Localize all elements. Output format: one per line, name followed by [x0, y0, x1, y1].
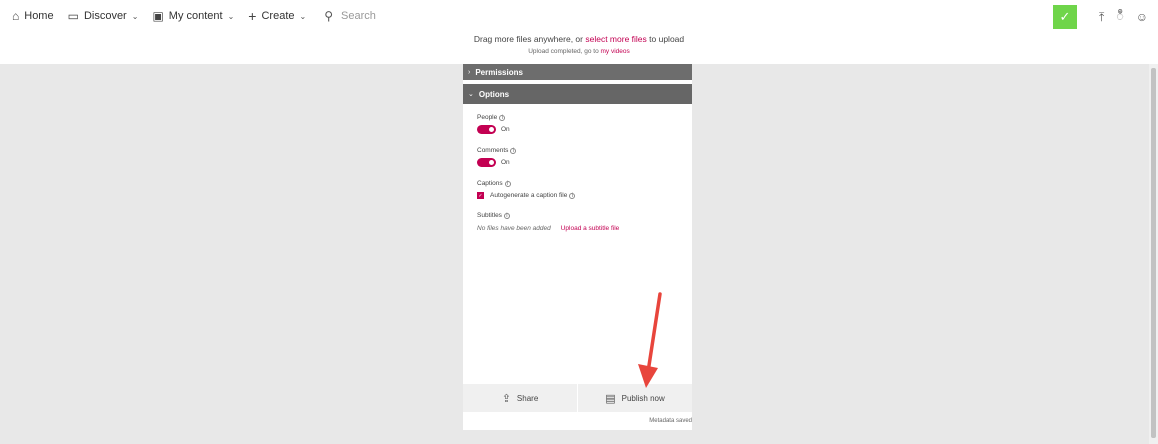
nav-my-content-label: My content [168, 10, 223, 22]
subtitles-label-row: Subtitles i [477, 212, 678, 219]
autogenerate-caption-label: Autogenerate a caption file [490, 192, 568, 199]
nav-home[interactable]: ⌂ Home [12, 10, 54, 22]
chevron-down-icon: ⌄ [299, 11, 307, 21]
user-icon[interactable]: ဳ [1116, 8, 1123, 26]
nav-create-label: Create [261, 10, 295, 22]
my-videos-link[interactable]: my videos [601, 48, 630, 55]
options-section-header[interactable]: ⌄ Options [463, 84, 692, 104]
discover-icon: ▭ [67, 9, 79, 23]
permissions-section-header[interactable]: › Permissions [463, 64, 692, 80]
chevron-down-icon: ⌄ [468, 91, 474, 98]
check-icon: ✓ [1059, 9, 1071, 24]
share-button[interactable]: ⇪ Share [463, 384, 577, 412]
top-nav: ⌂ Home ▭ Discover ⌄ ▣ My content ⌄ + Cre… [0, 0, 1158, 32]
subtitles-label: Subtitles [477, 212, 502, 219]
drag-suffix: to upload [649, 34, 685, 44]
home-icon: ⌂ [12, 9, 20, 23]
info-icon[interactable]: i [510, 147, 517, 154]
comments-toggle[interactable] [477, 158, 496, 167]
nav-create[interactable]: + Create ⌄ [248, 9, 306, 23]
select-more-files-link[interactable]: select more files [585, 34, 646, 44]
upload-message: Drag more files anywhere, or select more… [0, 34, 1158, 44]
nav-my-content[interactable]: ▣ My content ⌄ [152, 10, 234, 22]
subtitles-option: Subtitles i No files have been added Upl… [477, 212, 678, 232]
nav-home-label: Home [24, 10, 54, 22]
drag-prefix: Drag more files anywhere, or [473, 34, 583, 44]
options-body: People i On Comments i On Captions i ✓ A… [463, 104, 692, 255]
chevron-right-icon: › [468, 68, 471, 76]
people-toggle[interactable] [477, 125, 496, 134]
publish-icon: ▤ [605, 392, 616, 405]
captions-option: Captions i ✓ Autogenerate a caption file… [477, 180, 678, 199]
info-icon[interactable]: i [569, 192, 576, 199]
permissions-header-label: Permissions [475, 67, 523, 77]
captions-label-row: Captions i [477, 180, 678, 187]
smiley-icon[interactable]: ☺ [1136, 10, 1148, 24]
search-box[interactable]: ⚲ [324, 9, 502, 23]
share-icon: ⇪ [501, 392, 511, 405]
search-input[interactable] [341, 10, 502, 22]
comments-label: Comments [477, 147, 509, 154]
subtitles-row: No files have been added Upload a subtit… [477, 225, 678, 232]
nav-discover[interactable]: ▭ Discover ⌄ [68, 10, 139, 22]
publish-label: Publish now [621, 393, 665, 403]
people-label-row: People i [477, 114, 678, 121]
share-label: Share [516, 393, 539, 403]
captions-label: Captions [477, 180, 503, 187]
video-icon: ▣ [152, 9, 164, 23]
comments-label-row: Comments i [477, 147, 678, 154]
no-files-text: No files have been added [477, 225, 551, 232]
comments-toggle-state: On [501, 159, 510, 166]
people-toggle-state: On [501, 126, 510, 133]
upload-subtitle-link[interactable]: Upload a subtitle file [561, 225, 620, 232]
scrollbar-thumb[interactable] [1151, 68, 1156, 438]
info-icon[interactable]: i [503, 212, 510, 219]
autogenerate-caption-text: Autogenerate a caption file i [490, 192, 576, 199]
upload-complete-check-button[interactable]: ✓ [1052, 5, 1077, 29]
comments-toggle-row: On [477, 158, 678, 167]
people-label: People [477, 114, 498, 121]
annotation-arrow-icon [638, 292, 662, 388]
chevron-down-icon: ⌄ [131, 11, 139, 21]
info-icon[interactable]: i [499, 114, 506, 121]
scrollbar[interactable] [1149, 64, 1158, 444]
upload-completed-message: Upload completed, go to my videos [0, 48, 1158, 55]
search-icon: ⚲ [324, 9, 334, 23]
people-option: People i On [477, 114, 678, 134]
right-tools: ✓ ⤒ ဳ ☺ [1052, 5, 1148, 29]
autogenerate-caption-row: ✓ Autogenerate a caption file i [477, 192, 678, 199]
upload-icon[interactable]: ⤒ [1099, 10, 1104, 25]
comments-option: Comments i On [477, 147, 678, 167]
info-icon[interactable]: i [504, 180, 511, 187]
autogenerate-caption-checkbox[interactable]: ✓ [477, 192, 484, 199]
plus-icon: + [248, 8, 257, 24]
metadata-saved-status: Metadata saved [649, 418, 692, 424]
nav-discover-label: Discover [83, 10, 127, 22]
chevron-down-icon: ⌄ [227, 11, 235, 21]
people-toggle-row: On [477, 125, 678, 134]
completed-prefix: Upload completed, go to [528, 48, 599, 55]
options-header-label: Options [478, 89, 510, 99]
